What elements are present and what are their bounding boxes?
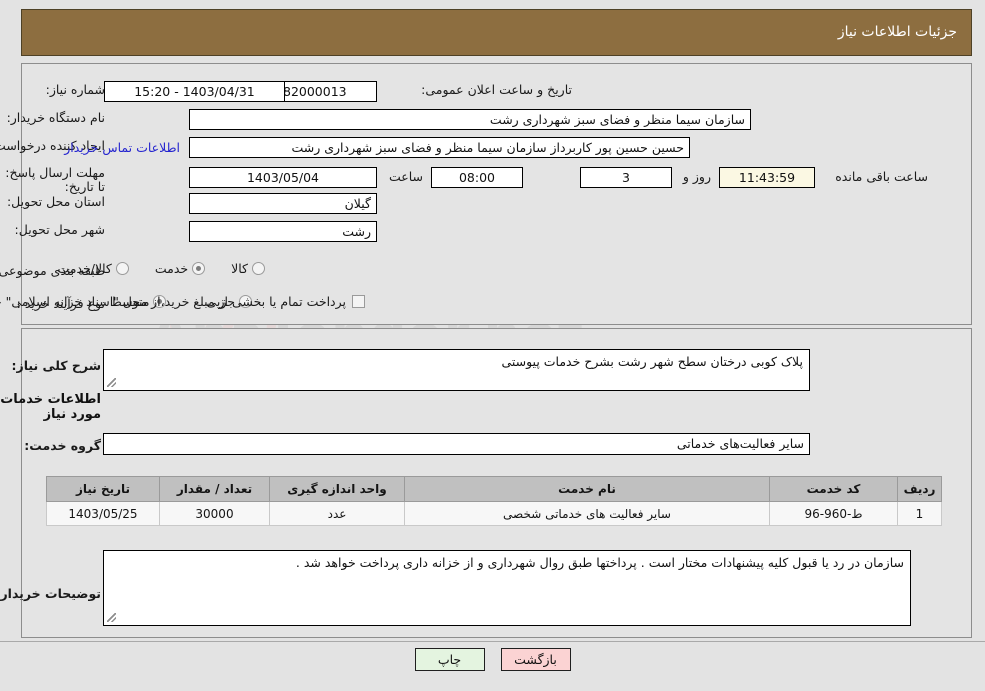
days-remaining-value: 3 [580,167,672,188]
back-button[interactable]: بازگشت [500,648,571,671]
cell-radif: 1 [897,501,942,526]
hour-label: ساعت [388,169,423,184]
radio-option-khedmat[interactable]: خدمت [154,261,206,276]
page-header: جزئیات اطلاعات نیاز [21,9,972,56]
col-service-code: کد خدمت [769,476,898,502]
buyer-org-label: نام دستگاه خریدار: [6,110,105,125]
footer-divider [0,641,985,642]
col-service-name: نام خدمت [404,476,770,502]
radio-option-kala-khedmat[interactable]: کالا/خدمت [57,261,129,276]
city-value: رشت [189,221,377,242]
category-radio-group: کالا خدمت کالا/خدمت [57,261,265,276]
radio-kala-label: کالا [231,261,248,276]
deadline-row: مهلت ارسال پاسخ: تا تاریخ: [0,166,105,194]
table-header-row: ردیف کد خدمت نام خدمت واحد اندازه گیری ت… [46,476,942,502]
description-label: شرح کلی نیاز: [11,358,101,373]
need-summary-panel [21,63,972,325]
remaining-label: ساعت باقی مانده [835,169,928,184]
deadline-time-value: 08:00 [431,167,523,188]
need-number-row: شماره نیاز: [46,82,105,97]
radio-option-kala[interactable]: کالا [231,261,265,276]
table-row: 1 ط-960-96 سایر فعالیت های خدماتی شخصی ع… [46,501,942,526]
col-unit: واحد اندازه گیری [269,476,405,502]
buyer-org-value: سازمان سیما منظر و فضای سبز شهرداری رشت [189,109,751,130]
radio-kala-icon[interactable] [252,262,265,275]
radio-kala-khedmat-label: کالا/خدمت [57,261,112,276]
cell-service-code: ط-960-96 [769,501,898,526]
province-row: استان محل تحویل: [7,194,105,209]
radio-khedmat-icon[interactable] [192,262,206,275]
col-quantity: تعداد / مقدار [159,476,270,502]
province-value: گیلان [189,193,377,214]
services-section-title: اطلاعات خدمات مورد نیاز [0,392,101,422]
cell-quantity: 30000 [159,501,270,526]
deadline-label: مهلت ارسال پاسخ: تا تاریخ: [5,165,105,194]
service-group-value: سایر فعالیت‌های خدماتی [103,433,810,455]
footer-buttons: بازگشت چاپ [0,648,985,671]
page-root: AhaTender.net جزئیات اطلاعات نیاز شماره … [0,0,985,691]
need-number-label: شماره نیاز: [45,82,105,97]
description-textarea[interactable]: پلاک کوبی درختان سطح شهر رشت بشرح خدمات … [103,349,810,391]
services-table: ردیف کد خدمت نام خدمت واحد اندازه گیری ت… [46,476,942,526]
service-group-label: گروه خدمت: [24,438,101,453]
page-title: جزئیات اطلاعات نیاز [837,24,957,40]
col-need-date: تاریخ نیاز [46,476,160,502]
radio-khedmat-label: خدمت [154,261,189,276]
time-remaining-value: 11:43:59 [719,167,815,188]
days-label: روز و [682,169,711,184]
buyer-org-row: نام دستگاه خریدار: [7,110,105,125]
treasury-note-label: پرداخت تمام یا بخشی از مبلغ خرید،از محل … [0,294,346,309]
treasury-checkbox[interactable] [352,295,365,308]
buyer-notes-textarea[interactable]: سازمان در رد یا قبول کلیه پیشنهادات مختا… [103,550,911,626]
requester-value: حسین حسین پور کاربرداز سازمان سیما منظر … [189,137,690,158]
announce-row: تاریخ و ساعت اعلان عمومی: [421,82,572,97]
announce-label: تاریخ و ساعت اعلان عمومی: [421,82,572,97]
deadline-date-value: 1403/05/04 [189,167,377,188]
buyer-contact-link[interactable]: اطلاعات تماس خریدار [64,140,180,155]
city-row: شهر محل تحویل: [15,222,105,237]
treasury-note-row: پرداخت تمام یا بخشی از مبلغ خرید،از محل … [0,294,365,309]
radio-kala-khedmat-icon[interactable] [115,262,129,275]
cell-service-name: سایر فعالیت های خدماتی شخصی [404,501,770,526]
announce-value: 1403/04/31 - 15:20 [104,81,285,102]
buyer-notes-label: توضیحات خریدار: [0,586,101,601]
print-button[interactable]: چاپ [414,648,485,671]
province-label: استان محل تحویل: [6,194,105,209]
cell-need-date: 1403/05/25 [46,501,160,526]
city-label: شهر محل تحویل: [14,222,105,237]
cell-unit: عدد [269,501,405,526]
col-radif: ردیف [897,476,942,502]
